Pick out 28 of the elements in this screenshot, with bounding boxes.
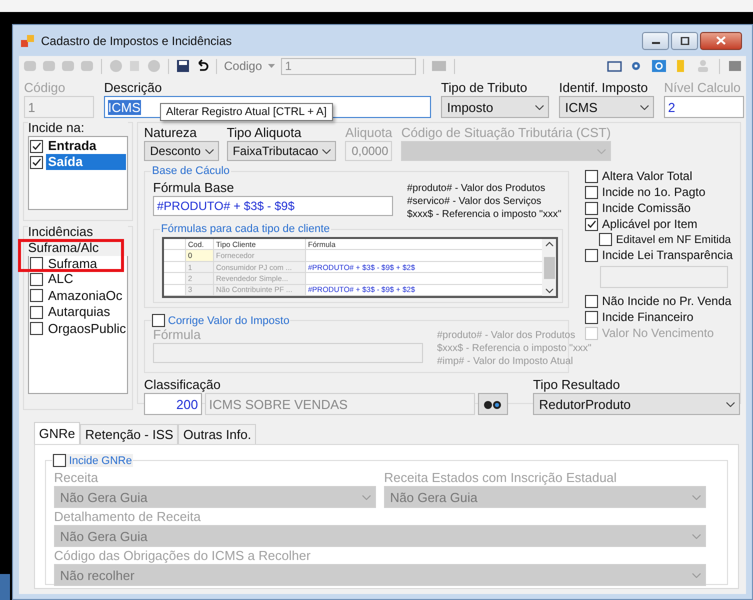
hint-text: #produto# - Valor dos Produtos — [407, 182, 546, 195]
field-label: Tipo de Tributo — [441, 80, 528, 96]
hint-text: #imp# - Valor do Imposto Atual — [437, 355, 574, 368]
hint-text: #servico# - Valor dos Serviços — [407, 195, 542, 208]
group-title: Fórmulas para cada tipo de cliente — [160, 223, 331, 235]
hint-text: $xxx$ - Referencia o imposto "xxx" — [437, 342, 592, 355]
tooltip: Alterar Registro Atual [CTRL + A] — [160, 103, 333, 121]
field-label: Tipo Aliquota — [226, 125, 302, 141]
hint-text: #produto# - Valor dos Produtos — [437, 329, 576, 342]
field-label: Descrição — [104, 80, 163, 96]
field-label: Aliquota — [345, 125, 392, 141]
field-label: Detalhamento de Receita — [54, 509, 202, 525]
field-label: Código — [24, 80, 66, 96]
hint-text: $xxx$ - Referencia o imposto "xxx" — [407, 208, 562, 221]
field-label: Fórmula Base — [153, 180, 235, 196]
field-label: Fórmula — [153, 327, 202, 343]
field-label: Identif. Imposto — [559, 80, 649, 96]
group-title: Base de Cáculo — [151, 165, 231, 177]
codigo-label: Codigo — [224, 59, 262, 73]
field-label: Classificação — [144, 377, 222, 393]
field-label: Receita — [54, 470, 100, 486]
field-label: Natureza — [144, 125, 198, 141]
field-label: Nível Calculo — [664, 80, 742, 96]
window-title: Cadastro de Impostos e Incidências — [41, 34, 232, 48]
field-label: Tipo Resultado — [533, 377, 621, 393]
field-label: Código de Situação Tributária (CST) — [401, 125, 611, 141]
field-label: Código das Obrigações do ICMS a Recolher — [54, 548, 312, 564]
field-label: Receita Estados com Inscrição Estadual — [384, 470, 618, 486]
